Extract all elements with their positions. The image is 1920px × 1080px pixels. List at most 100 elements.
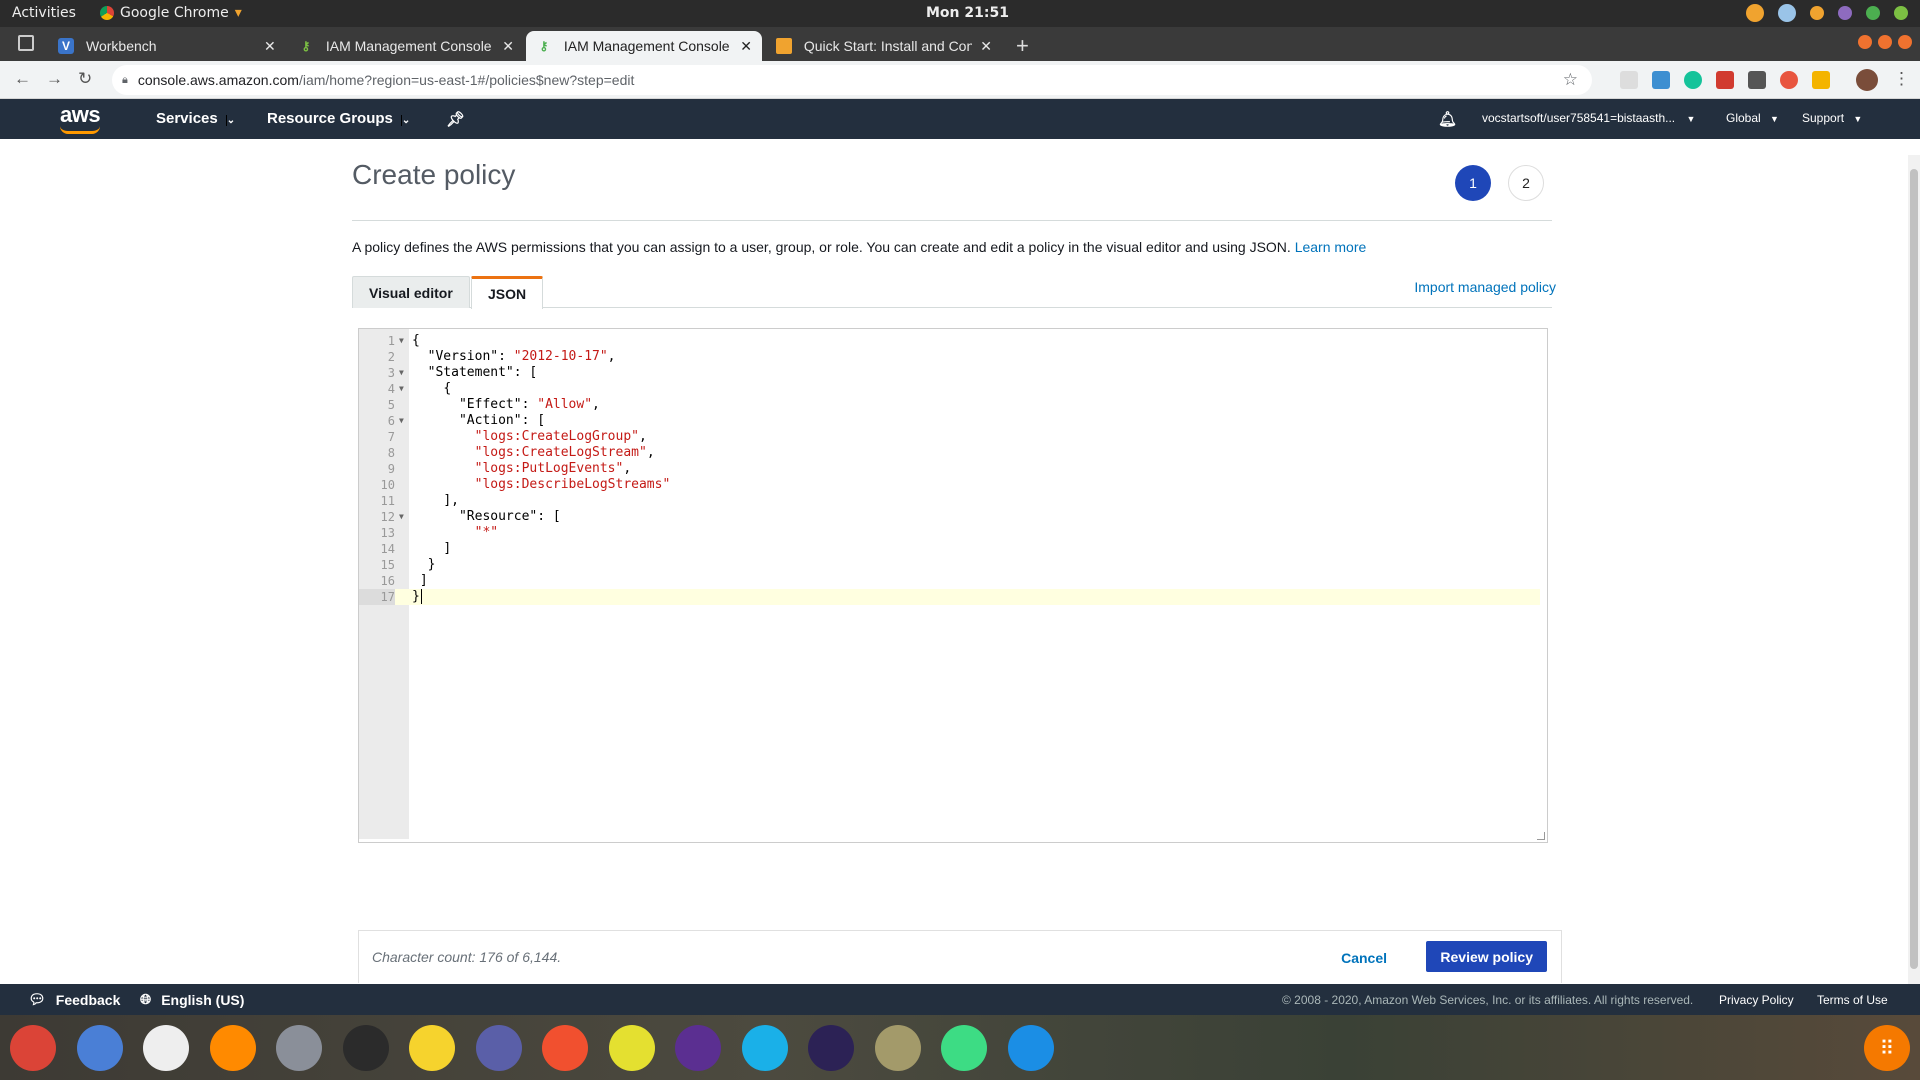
show-applications-icon[interactable]: ⠿ xyxy=(1864,1025,1910,1071)
tab-visual-editor[interactable]: Visual editor xyxy=(352,276,470,308)
aws-logo[interactable]: aws xyxy=(60,102,101,134)
code-line[interactable]: 3 ▼ "Statement": [ xyxy=(359,365,1540,381)
weather-icon[interactable] xyxy=(1778,4,1796,22)
lock-icon[interactable]: 🔒︎ xyxy=(122,74,128,87)
browser-tab-iam-2[interactable]: ⚷ IAM Management Console ✕ xyxy=(526,31,762,61)
webcam-icon[interactable] xyxy=(741,1025,788,1071)
character-count: Character count: 176 of 6,144. xyxy=(372,949,562,965)
code-line[interactable]: 2 "Version": "2012-10-17", xyxy=(359,349,1540,365)
battery-icon[interactable] xyxy=(1866,6,1880,20)
mail-icon[interactable] xyxy=(675,1025,721,1071)
bell-icon[interactable]: 🔔︎ xyxy=(1438,110,1457,128)
account-menu[interactable]: vocstartsoft/user758541=bistaasth... ▼ xyxy=(1482,111,1695,125)
reload-icon[interactable]: ↻ xyxy=(78,69,92,89)
cancel-button[interactable]: Cancel xyxy=(1341,950,1387,966)
wifi-icon[interactable] xyxy=(1810,6,1824,20)
code-line[interactable]: 8 "logs:CreateLogStream", xyxy=(359,445,1540,461)
region-menu[interactable]: Global ▼ xyxy=(1726,111,1779,125)
close-icon[interactable]: ✕ xyxy=(502,38,514,55)
browser-tab-iam-1[interactable]: ⚷ IAM Management Console ✕ xyxy=(288,31,524,61)
code-line[interactable]: 11 ], xyxy=(359,493,1540,509)
firefox-icon[interactable] xyxy=(209,1025,256,1071)
tab-search-icon[interactable] xyxy=(18,35,34,51)
json-code-editor[interactable]: 1 ▼{2 "Version": "2012-10-17", 3 ▼ "Stateme… xyxy=(358,328,1548,843)
code-line[interactable]: 4 ▼ { xyxy=(359,381,1540,397)
minimize-icon[interactable] xyxy=(1858,35,1872,49)
new-tab-icon[interactable]: + xyxy=(1016,33,1029,59)
menu-kebab-icon[interactable]: ⋮ xyxy=(1893,69,1910,89)
extension-icon[interactable] xyxy=(1620,71,1638,89)
pin-icon[interactable]: 📌︎ xyxy=(446,110,465,128)
resource-groups-menu[interactable]: Resource Groups ⌄ xyxy=(267,110,411,127)
chrome-icon[interactable] xyxy=(10,1025,56,1071)
system-tray[interactable] xyxy=(1746,4,1908,22)
fold-toggle-icon[interactable]: ▼ xyxy=(399,365,404,381)
fold-toggle-icon[interactable]: ▼ xyxy=(399,413,404,429)
avatar[interactable] xyxy=(1856,69,1878,91)
files-icon[interactable] xyxy=(276,1025,322,1071)
support-menu[interactable]: Support ▼ xyxy=(1802,111,1862,125)
update-icon[interactable] xyxy=(1746,4,1764,22)
music-icon[interactable] xyxy=(409,1025,455,1071)
code-line[interactable]: 13 "*" xyxy=(359,525,1540,541)
code-line[interactable]: 9 "logs:PutLogEvents", xyxy=(359,461,1540,477)
maximize-icon[interactable] xyxy=(1878,35,1892,49)
forward-icon[interactable]: → xyxy=(46,69,63,89)
import-managed-policy-link[interactable]: Import managed policy xyxy=(1414,279,1556,295)
extension-icon[interactable] xyxy=(1716,71,1734,89)
calendar-icon[interactable] xyxy=(143,1025,189,1071)
terms-of-use-link[interactable]: Terms of Use xyxy=(1817,993,1888,1007)
tab-json[interactable]: JSON xyxy=(471,276,544,309)
services-menu[interactable]: Services ⌄ xyxy=(156,110,236,127)
drive-icon[interactable] xyxy=(1812,71,1830,89)
activities-button[interactable]: Activities xyxy=(12,5,76,21)
browser-tab-quickstart[interactable]: Quick Start: Install and Configure ✕ xyxy=(766,31,1002,61)
extension-icon[interactable] xyxy=(1652,71,1670,89)
browser-tab-workbench[interactable]: V Workbench ✕ xyxy=(48,31,288,61)
download-icon[interactable] xyxy=(542,1025,588,1071)
page-scrollbar[interactable] xyxy=(1908,155,1920,985)
archive-icon[interactable] xyxy=(874,1025,921,1071)
eclipse-icon[interactable] xyxy=(808,1025,854,1071)
code-line[interactable]: 5 "Effect": "Allow", xyxy=(359,397,1540,413)
app-menu[interactable]: Google Chrome ▾ xyxy=(100,5,242,21)
fold-toggle-icon[interactable]: ▼ xyxy=(399,381,404,397)
language-selector[interactable]: 🌐︎ English (US) xyxy=(140,991,244,1008)
code-line[interactable]: 6 ▼ "Action": [ xyxy=(359,413,1540,429)
code-line[interactable]: 10 "logs:DescribeLogStreams" xyxy=(359,477,1540,493)
terminal-icon[interactable] xyxy=(342,1025,389,1071)
code-line[interactable]: 1 ▼ { xyxy=(359,333,1540,349)
power-icon[interactable] xyxy=(1894,6,1908,20)
close-icon[interactable]: ✕ xyxy=(264,38,276,55)
documents-icon[interactable] xyxy=(475,1025,522,1071)
fold-toggle-icon[interactable]: ▼ xyxy=(399,333,404,349)
android-studio-icon[interactable] xyxy=(941,1025,987,1071)
privacy-policy-link[interactable]: Privacy Policy xyxy=(1719,993,1794,1007)
scrollbar-thumb[interactable] xyxy=(1910,169,1918,969)
resize-handle[interactable] xyxy=(1537,832,1545,840)
close-icon[interactable]: ✕ xyxy=(740,38,752,55)
fold-toggle-icon[interactable]: ▼ xyxy=(399,509,404,525)
address-bar[interactable]: 🔒︎ console.aws.amazon.com/iam/home?regio… xyxy=(112,65,1592,95)
code-line[interactable]: 16 ] xyxy=(359,573,1540,589)
code-line[interactable]: 12 ▼ "Resource": [ xyxy=(359,509,1540,525)
close-window-icon[interactable] xyxy=(1898,35,1912,49)
extension-icon[interactable] xyxy=(1780,71,1798,89)
feedback-button[interactable]: 💬︎ Feedback xyxy=(28,991,120,1008)
code-line[interactable]: 15 } xyxy=(359,557,1540,573)
chromium-icon[interactable] xyxy=(76,1025,123,1071)
learn-more-link[interactable]: Learn more xyxy=(1295,239,1367,255)
close-icon[interactable]: ✕ xyxy=(980,38,992,55)
code-line[interactable]: 7 "logs:CreateLogGroup", xyxy=(359,429,1540,445)
volume-icon[interactable] xyxy=(1838,6,1852,20)
grammarly-icon[interactable] xyxy=(1684,71,1702,89)
code-line[interactable]: 17} xyxy=(359,589,1540,605)
vscode-icon[interactable] xyxy=(1007,1025,1054,1071)
code-line[interactable]: 14 ] xyxy=(359,541,1540,557)
back-icon[interactable]: ← xyxy=(14,69,31,89)
bookmark-star-icon[interactable]: ☆ xyxy=(1563,70,1578,90)
cast-icon[interactable] xyxy=(1748,71,1766,89)
review-policy-button[interactable]: Review policy xyxy=(1426,941,1547,972)
help-icon[interactable] xyxy=(608,1025,655,1071)
clock[interactable]: Mon 21:51 xyxy=(926,5,1009,21)
